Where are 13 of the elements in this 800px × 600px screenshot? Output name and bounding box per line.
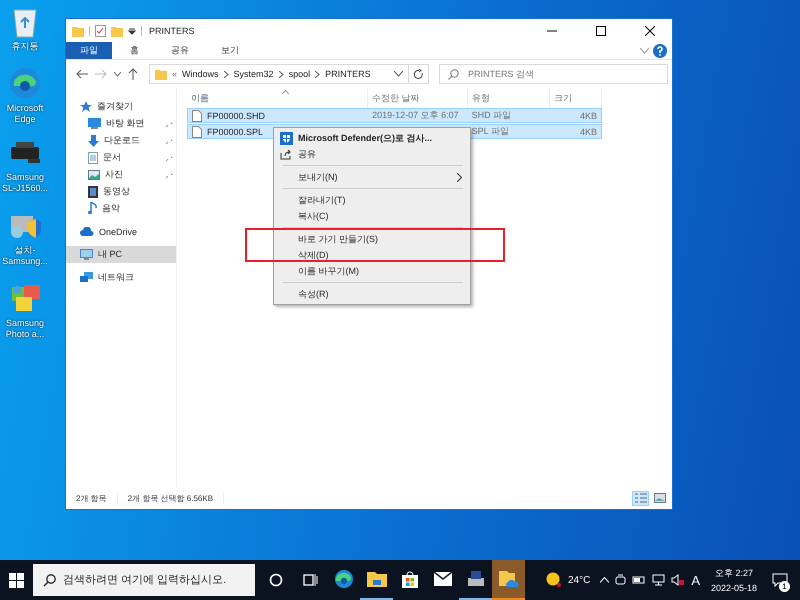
type-cell: SPL 파일 <box>472 125 509 138</box>
date-cell: 2019-12-07 오후 6:07 <box>372 109 459 122</box>
notification-count: 1 <box>779 581 790 592</box>
window-title: PRINTERS <box>149 26 195 36</box>
size-cell: 4KB <box>580 110 597 120</box>
clock-time: 오후 2:27 <box>714 567 754 580</box>
size-cell: 4KB <box>580 126 597 136</box>
type-cell: SHD 파일 <box>472 109 512 122</box>
file-name: FP00000.SPL <box>207 126 264 136</box>
clock-date: 2022-05-18 <box>710 583 758 593</box>
file-name: FP00000.SHD <box>207 110 266 120</box>
item-count: 2개 항목 <box>76 492 107 504</box>
selection-info: 2개 항목 선택함 6.56KB <box>128 492 214 504</box>
